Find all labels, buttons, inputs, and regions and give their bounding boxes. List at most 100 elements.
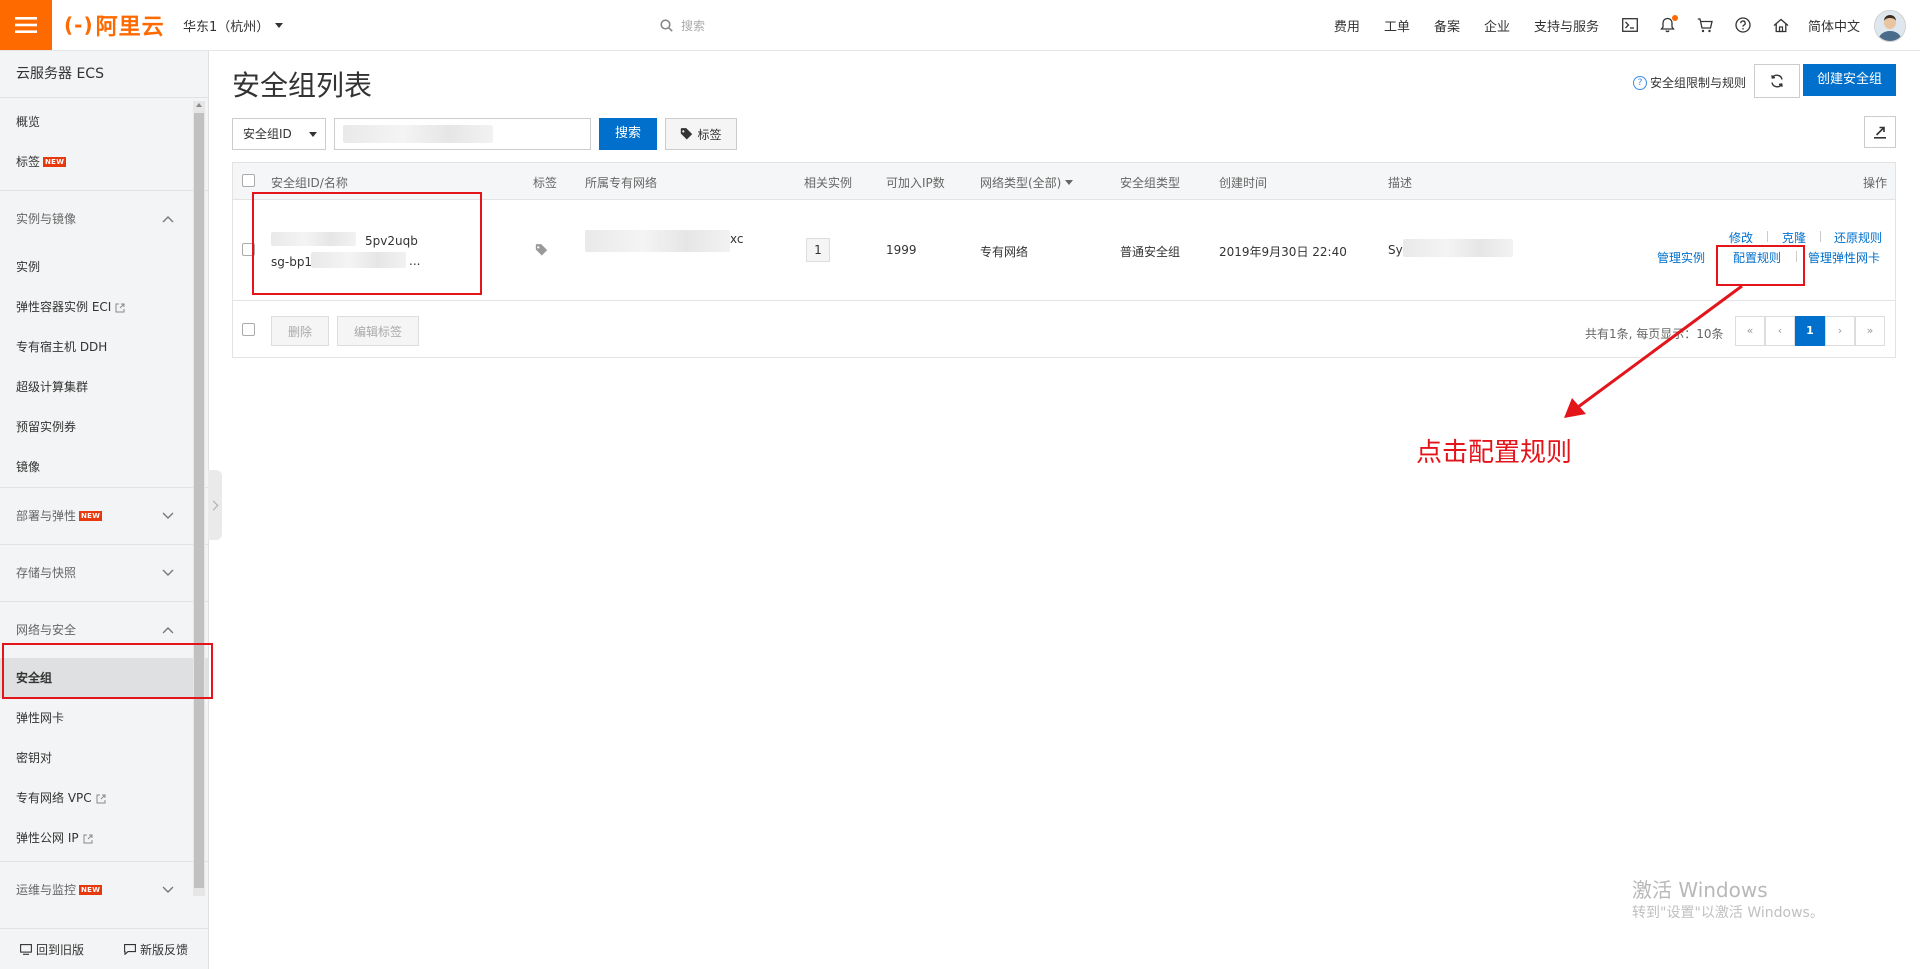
footer-select-all-checkbox[interactable] <box>242 323 255 336</box>
security-group-limits-link[interactable]: ? 安全组限制与规则 <box>1633 74 1746 91</box>
menu-icon[interactable] <box>0 0 52 50</box>
sidebar-group-network[interactable]: 网络与安全 <box>0 601 208 658</box>
manage-eni-link[interactable]: 管理弹性网卡 <box>1808 249 1880 266</box>
sidebar: 云服务器 ECS 概览 标签 NEW 实例与镜像 实例 弹性容器实例 ECI 专有… <box>0 51 209 969</box>
sidebar-item-images[interactable]: 镜像 <box>0 447 208 487</box>
chevron-down-icon <box>309 132 317 137</box>
sidebar-item-scc[interactable]: 超级计算集群 <box>0 367 208 407</box>
search-icon <box>660 18 673 32</box>
region-selector[interactable]: 华东1（杭州） <box>183 16 284 35</box>
sidebar-item-reserved[interactable]: 预留实例券 <box>0 407 208 447</box>
sidebar-item-overview[interactable]: 概览 <box>0 102 208 142</box>
restore-rules-link[interactable]: 还原规则 <box>1834 229 1882 246</box>
chevron-down-icon <box>162 569 174 576</box>
refresh-button[interactable] <box>1754 64 1800 98</box>
redacted-text <box>271 232 356 246</box>
bell-icon[interactable] <box>1649 15 1686 33</box>
sidebar-item-label: 预留实例券 <box>16 420 77 434</box>
network-type: 专有网络 <box>980 245 1029 259</box>
column-header-network-type[interactable]: 网络类型(全部) <box>980 174 1074 191</box>
page-1-button[interactable]: 1 <box>1795 316 1825 346</box>
nav-support[interactable]: 支持与服务 <box>1522 16 1611 35</box>
tag-filter-button[interactable]: 标签 <box>665 118 737 150</box>
column-header-group-type: 安全组类型 <box>1120 176 1181 190</box>
sidebar-item-tags[interactable]: 标签 NEW <box>0 142 208 182</box>
help-icon[interactable] <box>1724 17 1762 33</box>
filter-value-input[interactable] <box>334 118 591 150</box>
last-page-button[interactable]: » <box>1855 316 1885 346</box>
sidebar-item-eci[interactable]: 弹性容器实例 ECI <box>0 287 208 327</box>
configure-rules-link[interactable]: 配置规则 <box>1733 249 1781 266</box>
sidebar-item-label: 安全组 <box>16 671 53 685</box>
chevron-down-icon <box>162 512 174 519</box>
select-all-checkbox[interactable] <box>242 174 255 187</box>
nav-tickets[interactable]: 工单 <box>1372 16 1422 35</box>
related-instances-count[interactable]: 1 <box>806 238 830 262</box>
edit-tags-button[interactable]: 编辑标签 <box>337 316 419 346</box>
terminal-icon[interactable] <box>1611 18 1649 32</box>
external-link-icon <box>96 794 106 804</box>
page-title: 安全组列表 <box>232 69 373 102</box>
chevron-up-icon <box>162 216 174 223</box>
sidebar-item-label: 概览 <box>16 115 41 129</box>
region-label: 华东1（杭州） <box>183 20 270 35</box>
sidebar-scrollbar[interactable] <box>193 101 205 896</box>
sidebar-group-instances[interactable]: 实例与镜像 <box>0 191 208 247</box>
chevron-down-icon <box>162 886 174 893</box>
sidebar-item-label: 弹性容器实例 ECI <box>16 300 112 314</box>
nav-enterprise[interactable]: 企业 <box>1472 16 1522 35</box>
sidebar-group-ops[interactable]: 运维与监控 NEW <box>0 861 208 918</box>
next-page-button[interactable]: › <box>1825 316 1855 346</box>
sidebar-item-label: 专有网络 VPC <box>16 791 92 805</box>
prev-page-button[interactable]: ‹ <box>1765 316 1795 346</box>
global-search[interactable]: 搜索 <box>660 14 960 36</box>
group-type: 普通安全组 <box>1120 245 1181 259</box>
scrollbar-thumb[interactable] <box>194 113 204 888</box>
export-button[interactable] <box>1864 116 1896 148</box>
search-placeholder: 搜索 <box>681 18 706 33</box>
ip-count: 1999 <box>886 243 917 257</box>
sidebar-collapse-handle[interactable] <box>208 470 222 540</box>
sidebar-item-ddh[interactable]: 专有宿主机 DDH <box>0 327 208 367</box>
chevron-down-icon <box>1065 180 1074 185</box>
column-header-description: 描述 <box>1388 176 1413 190</box>
search-button[interactable]: 搜索 <box>599 118 657 150</box>
sidebar-item-instances[interactable]: 实例 <box>0 247 208 287</box>
sidebar-item-label: 超级计算集群 <box>16 380 89 394</box>
table-header: 安全组ID/名称 标签 所属专有网络 相关实例 可加入IP数 网络类型(全部) … <box>233 163 1895 200</box>
language-switch[interactable]: 简体中文 <box>1808 16 1860 35</box>
nav-icp[interactable]: 备案 <box>1422 16 1472 35</box>
manage-instances-link[interactable]: 管理实例 <box>1657 249 1705 266</box>
security-group-id[interactable]: sg-bp1 <box>271 255 312 269</box>
windows-activation-hint: 转到"设置"以激活 Windows。 <box>1632 905 1824 921</box>
sidebar-group-storage[interactable]: 存储与快照 <box>0 544 208 601</box>
cart-icon[interactable] <box>1686 17 1724 33</box>
sidebar-item-eip[interactable]: 弹性公网 IP <box>0 818 208 858</box>
avatar[interactable] <box>1874 10 1906 42</box>
column-header-vpc: 所属专有网络 <box>585 176 658 190</box>
tag-icon[interactable] <box>535 244 549 256</box>
chevron-up-icon <box>162 627 174 634</box>
security-group-name[interactable]: 5pv2uqb <box>365 234 418 248</box>
sidebar-group-deploy[interactable]: 部署与弹性 NEW <box>0 487 208 544</box>
sidebar-item-security-group[interactable]: 安全组 <box>0 658 208 698</box>
sidebar-item-label: 实例 <box>16 260 41 274</box>
nav-billing[interactable]: 费用 <box>1322 16 1372 35</box>
filter-field-select[interactable]: 安全组ID <box>232 118 326 150</box>
row-checkbox[interactable] <box>242 243 255 256</box>
feedback-button[interactable]: 新版反馈 <box>124 941 188 958</box>
redacted-text <box>585 230 730 252</box>
sidebar-item-eni[interactable]: 弹性网卡 <box>0 698 208 738</box>
vpc-id[interactable]: xc <box>730 232 744 246</box>
home-icon[interactable] <box>1762 18 1800 33</box>
scroll-up-arrow-icon[interactable] <box>196 103 202 107</box>
delete-button[interactable]: 删除 <box>271 316 329 346</box>
sidebar-item-vpc[interactable]: 专有网络 VPC <box>0 778 208 818</box>
modify-link[interactable]: 修改 <box>1729 229 1753 246</box>
clone-link[interactable]: 克隆 <box>1782 229 1806 246</box>
create-security-group-button[interactable]: 创建安全组 <box>1803 64 1896 96</box>
aliyun-logo[interactable]: (-) 阿里云 <box>64 12 165 40</box>
sidebar-item-keypair[interactable]: 密钥对 <box>0 738 208 778</box>
chevron-down-icon <box>275 23 284 28</box>
back-to-old-button[interactable]: 回到旧版 <box>20 941 84 958</box>
